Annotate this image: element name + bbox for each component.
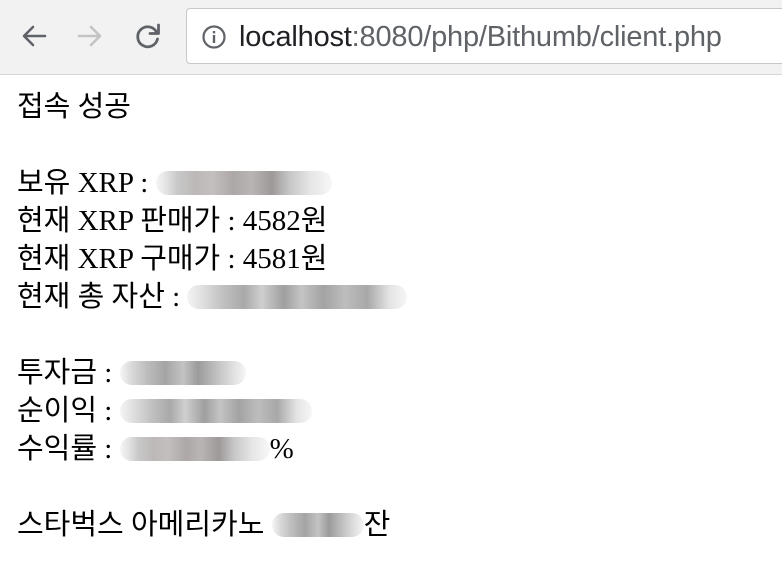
redacted-starbucks-count [271,513,364,538]
forward-button[interactable] [70,16,110,56]
info-circle-icon[interactable] [201,24,227,50]
address-bar[interactable]: localhost:8080/php/Bithumb/client.php [186,8,782,64]
redacted-holding-value [155,171,332,196]
investment-label: 투자금 : [17,357,120,389]
arrow-right-icon [77,25,102,47]
return-rate-suffix: % [269,433,294,465]
total-assets-row: 현재 총 자산 : [17,278,408,316]
redacted-total-assets-value [187,285,408,310]
return-rate-label: 수익률 : [17,433,120,465]
starbucks-suffix: 잔 [363,509,391,541]
holding-row: 보유 XRP : [17,164,407,202]
starbucks-row: 스타벅스 아메리카노 잔 [17,506,407,544]
page-content: 접속 성공 보유 XRP : 현재 XRP 판매가 : 4582원 현재 XRP… [17,88,408,544]
net-profit-row: 순이익 : [17,392,407,430]
url-host: localhost [239,21,352,53]
total-assets-label: 현재 총 자산 : [17,281,188,313]
net-profit-label: 순이익 : [17,395,120,427]
browser-toolbar: localhost:8080/php/Bithumb/client.php [0,0,782,75]
investment-row: 투자금 : [17,354,407,392]
back-button[interactable] [14,16,54,56]
url-text[interactable]: localhost:8080/php/Bithumb/client.php [239,19,722,55]
reload-icon [136,23,160,49]
return-rate-row: 수익률 : % [17,430,407,468]
redacted-investment-value [119,361,246,386]
url-path: :8080/php/Bithumb/client.php [351,21,722,53]
holding-label: 보유 XRP : [17,167,156,199]
starbucks-label: 스타벅스 아메리카노 [17,509,272,541]
redacted-net-profit-value [119,399,312,424]
redacted-return-rate-value [119,437,270,462]
reload-button[interactable] [128,16,168,56]
connection-status: 접속 성공 [17,91,131,123]
buy-price-row: 현재 XRP 구매가 : 4581원 [17,243,328,275]
sell-price-row: 현재 XRP 판매가 : 4582원 [17,205,328,237]
arrow-left-icon [22,25,47,47]
